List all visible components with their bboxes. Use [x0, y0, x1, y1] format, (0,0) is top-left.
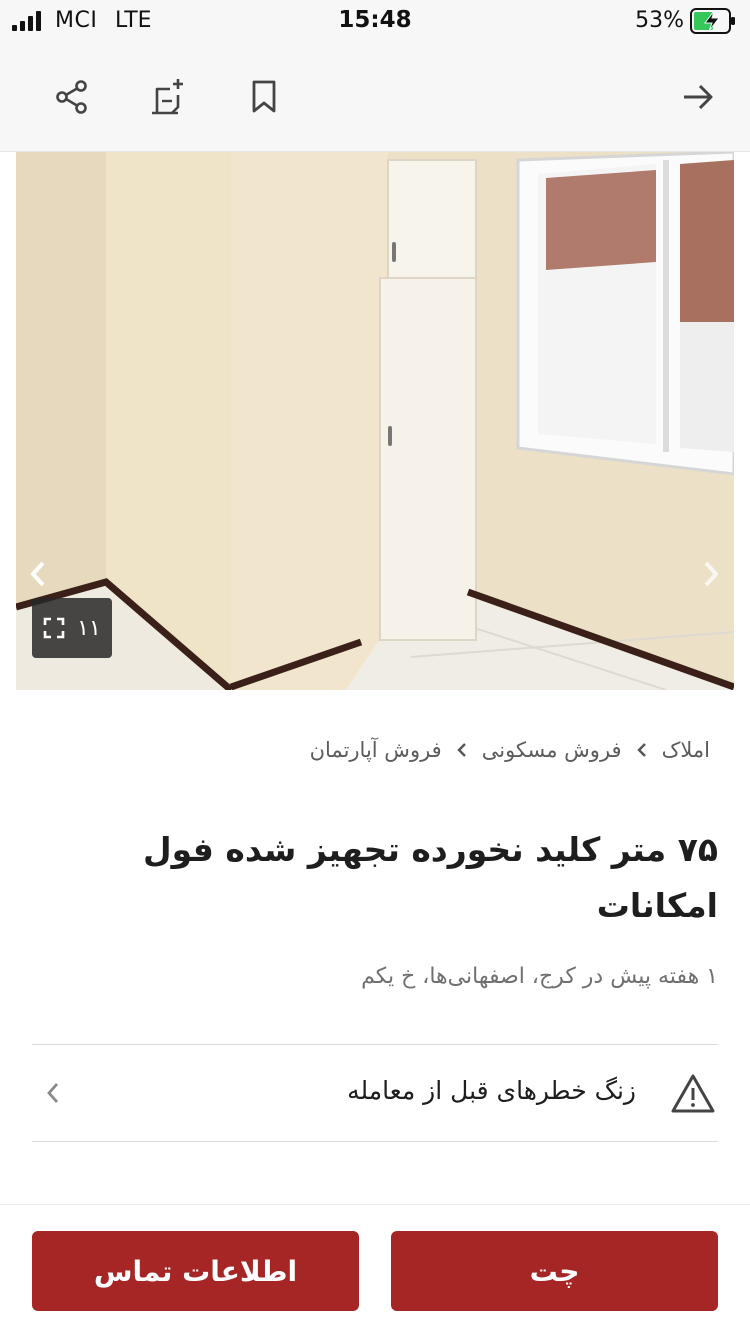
photo-count: ۱۱ [77, 615, 101, 641]
scam-warning-row[interactable]: زنگ خطرهای قبل از معامله [32, 1044, 718, 1142]
photo-gallery[interactable] [16, 152, 734, 690]
back-button[interactable] [676, 75, 720, 119]
battery-charging-icon [690, 8, 735, 34]
scam-warning-text: زنگ خطرهای قبل از معامله [347, 1076, 636, 1105]
listing-photo [16, 152, 734, 690]
breadcrumb-item-residential-sale[interactable]: فروش مسکونی [482, 738, 622, 762]
listing-meta: ۱ هفته پیش در کرج، اصفهانی‌ها، خ یکم [361, 964, 718, 989]
breadcrumb-item-real-estate[interactable]: املاک [662, 738, 710, 762]
listing-title: ۷۵ متر کلید نخورده تجهیز شده فول امکانات [142, 830, 718, 925]
previous-photo-button[interactable] [18, 552, 58, 596]
add-note-button[interactable] [146, 75, 190, 119]
breadcrumb-item-apartment-sale[interactable]: فروش آپارتمان [310, 738, 442, 762]
warning-icon [671, 1074, 715, 1113]
arrow-right-icon [684, 84, 713, 110]
battery-percentage: 53% [635, 8, 684, 33]
bookmark-icon [252, 80, 276, 113]
chat-button[interactable]: چت [391, 1231, 718, 1311]
status-bar: MCI LTE 15:48 53% [0, 0, 750, 42]
bottom-action-bar: اطلاعات تماس چت [0, 1204, 750, 1334]
breadcrumb-chevron-icon [636, 741, 648, 759]
expand-icon [43, 617, 65, 639]
contact-info-button[interactable]: اطلاعات تماس [32, 1231, 359, 1311]
next-photo-button[interactable] [691, 552, 731, 596]
action-bar [0, 42, 750, 152]
breadcrumb: املاک فروش مسکونی فروش آپارتمان [310, 738, 710, 762]
add-note-icon [152, 79, 183, 115]
chevron-left-icon [31, 561, 45, 587]
breadcrumb-chevron-icon [456, 741, 468, 759]
photo-count-badge[interactable]: ۱۱ [32, 598, 112, 658]
chevron-right-icon [704, 561, 718, 587]
chevron-left-icon [47, 1083, 59, 1103]
share-button[interactable] [50, 75, 94, 119]
bookmark-button[interactable] [242, 75, 286, 119]
share-icon [56, 80, 87, 114]
